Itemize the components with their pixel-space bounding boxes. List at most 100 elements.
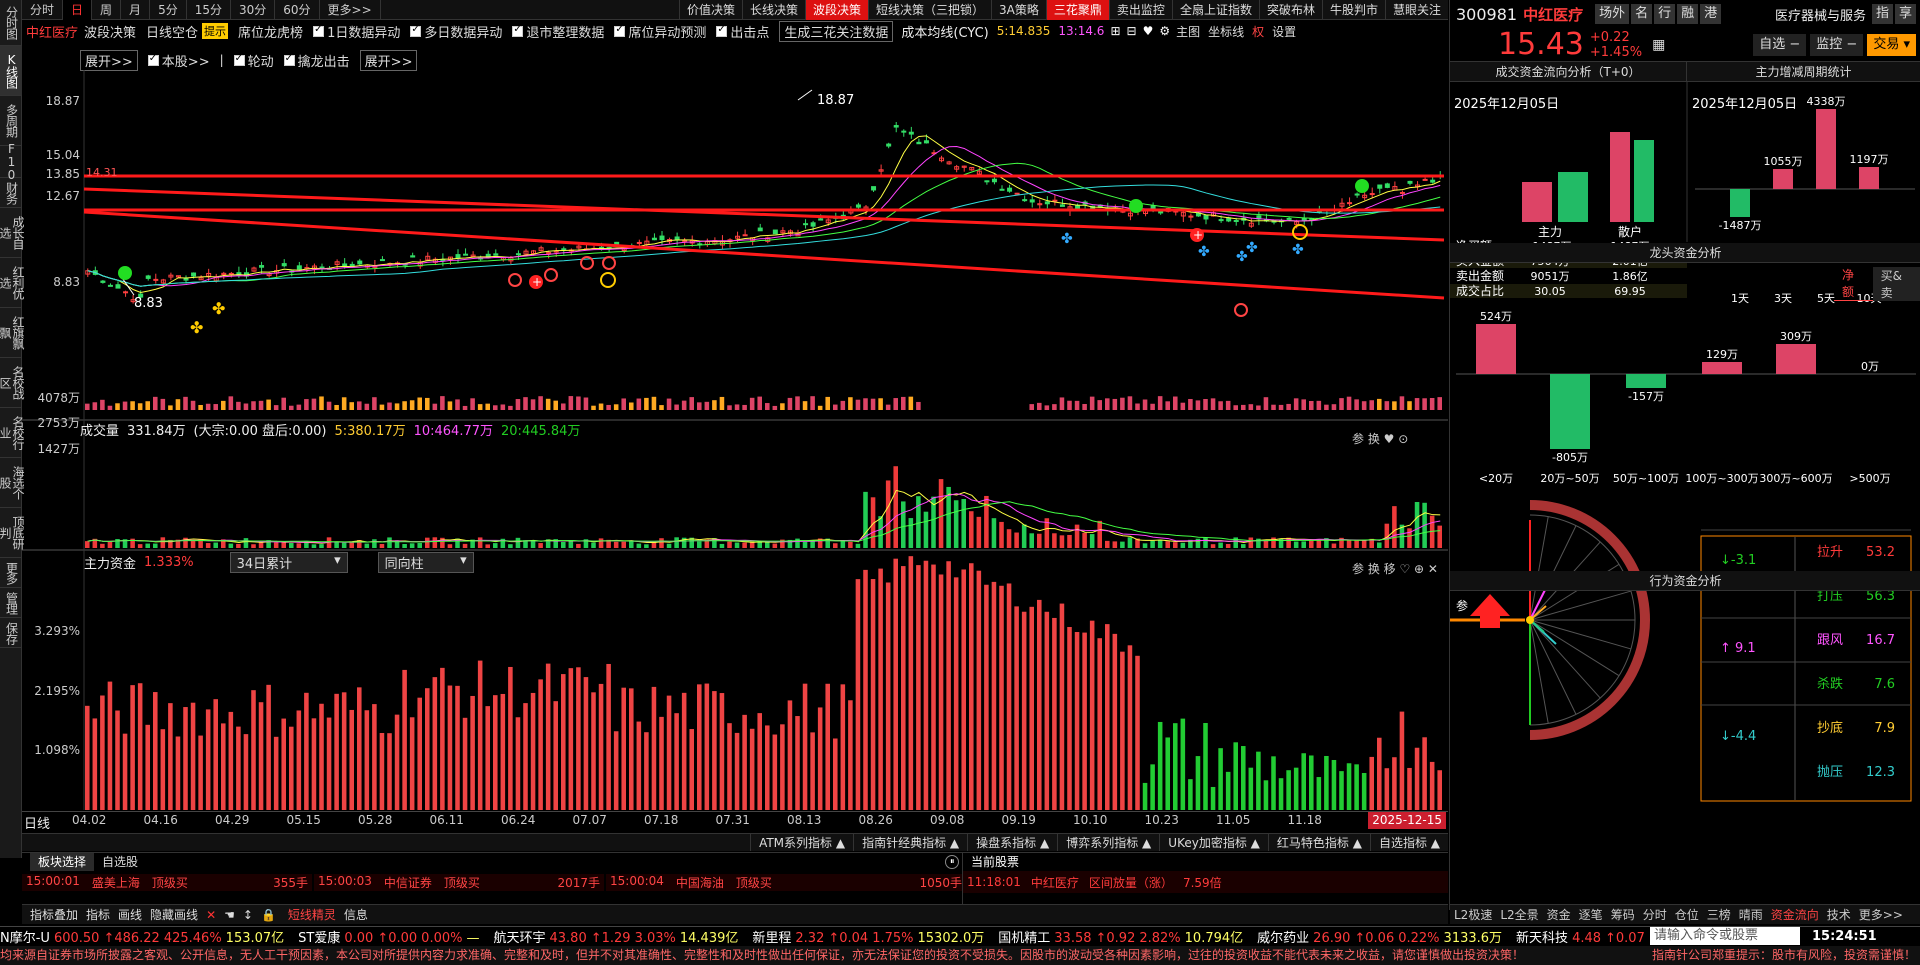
function-tab-2[interactable]: 波段决策 <box>805 0 869 20</box>
hand-icon[interactable]: ☚ <box>224 908 235 922</box>
right-bottom-tab-6[interactable]: 仓位 <box>1671 906 1703 923</box>
vertical-arrows-icon[interactable]: ↕ <box>243 908 253 922</box>
ticker-item[interactable]: 航天环宇 43.80 ↑1.29 3.03% 14.439亿 <box>493 927 738 946</box>
deal-item[interactable]: 15:00:04 中国海油 顶级买 1050手 <box>606 873 966 891</box>
function-tab-0[interactable]: 价值决策 <box>678 0 742 20</box>
toolbar2-item-1[interactable]: 本股>> <box>147 51 210 70</box>
indicator-tab-0[interactable]: ATM系列指标 ▲ <box>750 834 853 851</box>
dragon-tab-net[interactable]: 净额 <box>1834 266 1873 301</box>
function-tab-5[interactable]: 三花聚鼎 <box>1045 0 1109 20</box>
checkbox-icon[interactable] <box>614 24 626 37</box>
tool-hide-lines[interactable]: 隐藏画线 <box>150 906 198 923</box>
left-tab-1[interactable]: K线图 <box>0 46 22 96</box>
right-bottom-tab-2[interactable]: 资金 <box>1543 906 1575 923</box>
indicator-tab-4[interactable]: UKey加密指标 ▲ <box>1159 834 1268 851</box>
grid-icon[interactable]: ▦ <box>1652 37 1665 53</box>
checkbox-icon[interactable] <box>410 24 422 37</box>
deal-item[interactable]: 15:00:01 盛美上海 顶级买 355手 <box>22 873 312 891</box>
toolbar-right-1[interactable]: 坐标线 <box>1208 23 1244 40</box>
function-tab-8[interactable]: 突破布林 <box>1258 0 1322 20</box>
toolbar2-item-0[interactable]: 展开>> <box>80 49 138 71</box>
tool-indicator-overlay[interactable]: 指标叠加 <box>30 906 78 923</box>
right-bottom-tab-3[interactable]: 逐笔 <box>1575 906 1607 923</box>
toolbar-item-3[interactable]: 1日数据异动 <box>313 22 400 41</box>
left-tab-5[interactable]: 成长自选 <box>0 208 25 258</box>
period-tab-1[interactable]: 日 <box>63 0 93 20</box>
pause-icon[interactable]: ⏸ <box>945 855 960 869</box>
board-tab[interactable]: 板块选择 <box>30 853 95 871</box>
left-tab-10[interactable]: 海选个股 <box>0 458 25 508</box>
period-tab-8[interactable]: 更多>> <box>320 0 381 20</box>
lock-icon[interactable]: 🔒 <box>261 908 276 922</box>
left-tab-11[interactable]: 顶底研判 <box>0 508 25 558</box>
left-tab-9[interactable]: 名校行业 <box>0 408 25 458</box>
right-bottom-tab-4[interactable]: 筹码 <box>1607 906 1639 923</box>
left-tab-2[interactable]: 多周期 <box>0 96 22 146</box>
toolbar-item-2[interactable]: 席位龙虎榜 <box>238 22 303 41</box>
short-wizard-tab[interactable]: 短线精灵 <box>288 906 336 923</box>
function-tab-3[interactable]: 短线决策（三把锁） <box>868 0 991 20</box>
left-tab-14[interactable]: 保存 <box>0 618 22 648</box>
checkbox-icon[interactable] <box>716 24 728 37</box>
toolbar2-item-2[interactable]: 轮动 <box>233 51 274 70</box>
checkbox-icon[interactable] <box>512 24 524 37</box>
close-x-icon[interactable]: ✕ <box>206 908 216 922</box>
right-bottom-tab-7[interactable]: 三榜 <box>1703 906 1735 923</box>
right-bottom-tab-10[interactable]: 技术 <box>1823 906 1855 923</box>
toolbar-item-7[interactable]: 出击点 <box>716 22 769 41</box>
capital-mode-select[interactable]: 同向柱 ▾ <box>377 552 474 573</box>
left-tab-7[interactable]: 红旗飘飘 <box>0 308 25 358</box>
ticker-item[interactable]: N摩尔-U 600.50 ↑486.22 425.46% 153.07亿 <box>0 927 284 946</box>
toolbar-item-6[interactable]: 席位异动预测 <box>614 22 706 41</box>
indicator-tab-1[interactable]: 指南针经典指标 ▲ <box>853 834 967 851</box>
right-bottom-tab-9[interactable]: 资金流向 <box>1767 906 1823 923</box>
period-tab-2[interactable]: 周 <box>92 0 122 20</box>
period-tab-5[interactable]: 15分 <box>187 0 231 20</box>
checkbox-icon[interactable] <box>233 53 245 66</box>
stock-tag-2[interactable]: 行 <box>1654 4 1676 24</box>
right-bottom-tab-8[interactable]: 晴雨 <box>1735 906 1767 923</box>
settings-gear-icon[interactable]: ⚙ <box>1159 24 1170 38</box>
deal-item[interactable]: 15:00:03 中信证券 顶级买 2017手 <box>314 873 604 891</box>
share-button[interactable]: 享 <box>1894 4 1916 24</box>
tool-indicator[interactable]: 指标 <box>86 906 110 923</box>
function-tab-1[interactable]: 长线决策 <box>742 0 805 20</box>
stock-tag-3[interactable]: 融 <box>1677 4 1699 24</box>
toolbar-item-4[interactable]: 多日数据异动 <box>410 22 502 41</box>
left-tab-12[interactable]: 更多 <box>0 558 22 588</box>
watch-button[interactable]: 自选 − <box>1753 33 1807 56</box>
info-tab[interactable]: 信息 <box>344 906 368 923</box>
period-tab-4[interactable]: 5分 <box>150 0 187 20</box>
stock-tag-1[interactable]: 名 <box>1631 4 1653 24</box>
right-bottom-tab-1[interactable]: L2全景 <box>1496 906 1542 923</box>
function-tab-9[interactable]: 牛股判市 <box>1321 0 1385 20</box>
period-tab-6[interactable]: 30分 <box>231 0 276 20</box>
toolbar-right-0[interactable]: 主图 <box>1176 23 1200 40</box>
toolbar2-item-4[interactable]: 展开>> <box>359 49 418 71</box>
toolbar-item-5[interactable]: 退市整理数据 <box>512 22 604 41</box>
toolbar-right-2[interactable]: 权 <box>1252 23 1264 40</box>
checkbox-icon[interactable] <box>283 53 295 66</box>
period-tab-7[interactable]: 60分 <box>275 0 320 20</box>
checkbox-icon[interactable] <box>147 53 159 66</box>
right-bottom-tab-11[interactable]: 更多>> <box>1855 906 1907 923</box>
ticker-item[interactable]: 新天科技 4.48 ↑0.07 <box>1516 927 1653 946</box>
monitor-button[interactable]: 监控 − <box>1810 33 1864 56</box>
function-tab-4[interactable]: 3A策略 <box>991 0 1046 20</box>
trade-button[interactable]: 交易 ▾ <box>1867 33 1916 56</box>
heart-icon[interactable]: ♥ <box>1143 24 1154 38</box>
add-icon[interactable]: ⊞ <box>1110 24 1120 38</box>
toolbar2-item-3[interactable]: 擒龙出击 <box>283 51 350 70</box>
industry-label[interactable]: 医疗器械与服务 <box>1775 5 1866 24</box>
function-tab-10[interactable]: 慧眼关注 <box>1384 0 1448 20</box>
right-bottom-tab-5[interactable]: 分时 <box>1639 906 1671 923</box>
ticker-item[interactable]: 新里程 2.32 ↑0.04 1.75% 15302.0万 <box>752 927 984 946</box>
indicator-tab-5[interactable]: 红马特色指标 ▲ <box>1267 834 1370 851</box>
ticker-item[interactable]: 国机精工 33.58 ↑0.92 2.82% 10.794亿 <box>998 927 1243 946</box>
indicator-tab-6[interactable]: 自选指标 ▲ <box>1369 834 1448 851</box>
toolbar-item-1[interactable]: 日线空仓 提示 <box>146 22 229 41</box>
dragon-tab-buysell[interactable]: 买&卖 <box>1872 266 1920 301</box>
toolbar-item-0[interactable]: 波段决策 <box>84 22 136 41</box>
left-tab-8[interactable]: 名校战区 <box>0 358 25 408</box>
tool-draw-line[interactable]: 画线 <box>118 906 142 923</box>
